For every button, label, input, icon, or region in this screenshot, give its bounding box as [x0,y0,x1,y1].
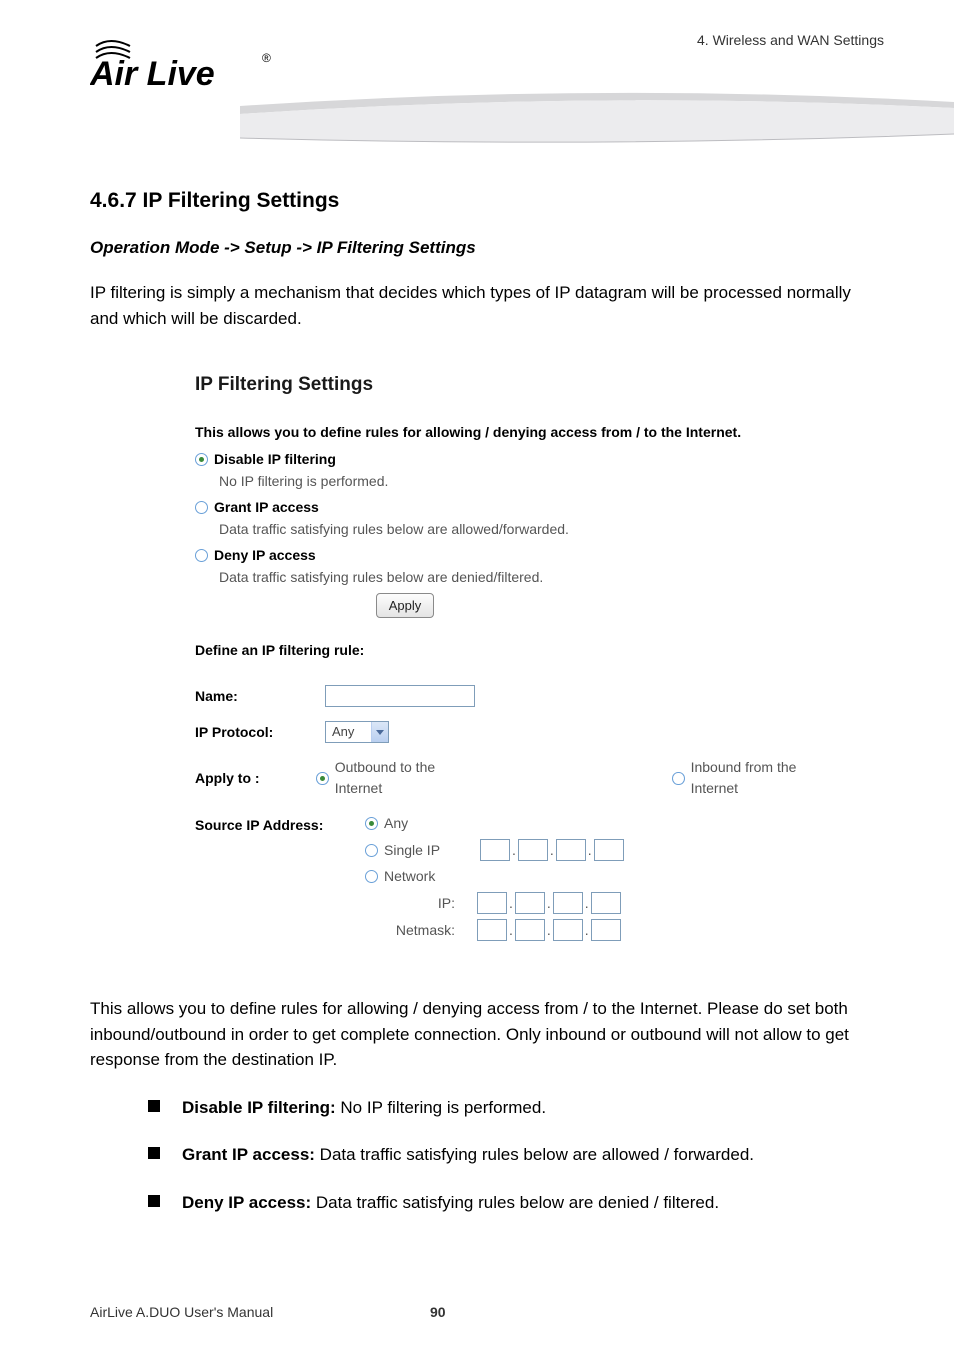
define-rule-label: Define an IP filtering rule: [195,640,837,661]
radio-outbound[interactable] [316,772,328,785]
protocol-label: IP Protocol: [195,722,325,743]
bullet-disable: Disable IP filtering: No IP filtering is… [182,1095,884,1121]
chevron-down-icon [371,722,388,742]
opt-disable-label: Disable IP filtering [214,449,336,470]
footer-manual-name: AirLive A.DUO User's Manual [90,1304,273,1320]
radio-src-network[interactable] [365,870,378,883]
src-single-label: Single IP [384,840,462,861]
bullet-grant: Grant IP access: Data traffic satisfying… [182,1142,884,1168]
protocol-select[interactable]: Any [325,721,389,743]
radio-src-any[interactable] [365,817,378,830]
square-bullet-icon [148,1147,160,1159]
radio-deny-ip-access[interactable] [195,549,208,562]
inbound-label: Inbound from the Internet [691,757,837,799]
opt-disable-desc: No IP filtering is performed. [219,471,837,492]
network-netmask-input[interactable]: . . . [477,919,621,941]
svg-text:Air Live: Air Live [90,55,215,93]
ui-intro-text: This allows you to define rules for allo… [195,422,837,443]
ui-screenshot: IP Filtering Settings This allows you to… [127,371,847,946]
brand-logo: Air Live ® [90,30,290,94]
post-paragraph: This allows you to define rules for allo… [90,996,884,1073]
breadcrumb: Operation Mode -> Setup -> IP Filtering … [90,235,884,261]
radio-src-single[interactable] [365,844,378,857]
apply-button[interactable]: Apply [376,593,435,619]
footer-page-number: 90 [430,1304,446,1320]
bullet-deny: Deny IP access: Data traffic satisfying … [182,1190,884,1216]
section-intro: IP filtering is simply a mechanism that … [90,280,884,331]
opt-grant-desc: Data traffic satisfying rules below are … [219,519,837,540]
applyto-label: Apply to : [195,768,316,789]
square-bullet-icon [148,1100,160,1112]
radio-disable-ip-filtering[interactable] [195,453,208,466]
name-input[interactable] [325,685,475,707]
header-swoosh [240,88,954,148]
opt-deny-desc: Data traffic satisfying rules below are … [219,567,837,588]
name-label: Name: [195,686,325,707]
source-ip-label: Source IP Address: [195,813,365,836]
chapter-label: 4. Wireless and WAN Settings [697,30,884,48]
network-ip-label: IP: [385,893,465,914]
ui-title: IP Filtering Settings [195,371,837,400]
svg-text:®: ® [262,51,271,65]
square-bullet-icon [148,1195,160,1207]
src-network-label: Network [384,866,435,887]
section-heading: 4.6.7 IP Filtering Settings [90,185,884,217]
opt-deny-label: Deny IP access [214,545,316,566]
network-ip-input[interactable]: . . . [477,892,621,914]
radio-inbound[interactable] [672,772,684,785]
outbound-label: Outbound to the Internet [335,757,476,799]
radio-grant-ip-access[interactable] [195,501,208,514]
src-any-label: Any [384,813,408,834]
single-ip-input[interactable]: . . . [480,839,624,861]
opt-grant-label: Grant IP access [214,497,319,518]
protocol-select-value: Any [332,722,354,742]
network-netmask-label: Netmask: [385,920,465,941]
